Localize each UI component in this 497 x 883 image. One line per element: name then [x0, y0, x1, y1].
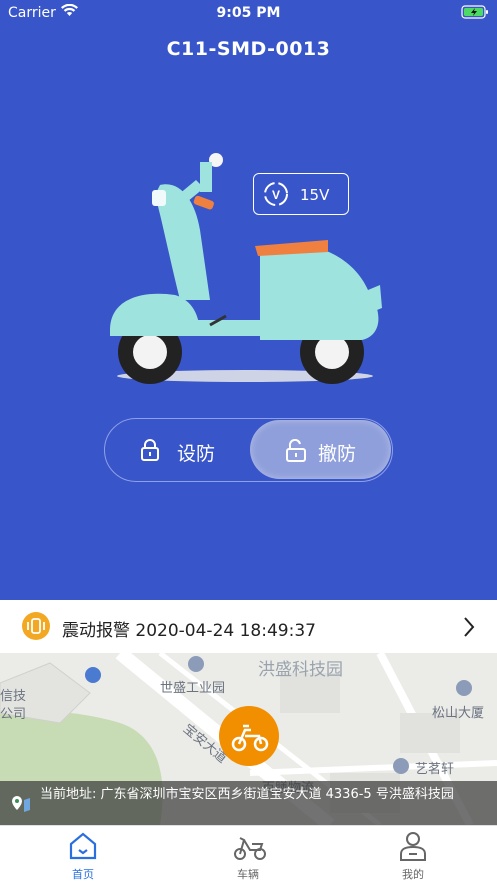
poi-icon — [188, 656, 204, 672]
lock-icon — [141, 439, 159, 461]
map-label: 松山大厦 — [432, 706, 485, 721]
tab-vehicle-label: 车辆 — [237, 868, 259, 881]
poi-icon — [393, 758, 409, 774]
device-title: C11-SMD-0013 — [166, 38, 331, 60]
battery-icon — [461, 5, 488, 19]
tab-home[interactable]: 首页 — [33, 826, 133, 883]
bus-stop-icon — [85, 667, 101, 683]
voltage-icon: V — [264, 182, 288, 206]
voltage-badge: V 15V — [253, 173, 349, 215]
hero-panel: Carrier 9:05 PM C11-SMD-0013 V 15V 设防 撤防 — [0, 0, 497, 600]
app-screen: Carrier 9:05 PM C11-SMD-0013 V 15V 设防 撤防… — [0, 0, 497, 883]
clock: 9:05 PM — [216, 5, 281, 21]
tab-vehicle[interactable]: 车辆 — [198, 826, 298, 883]
alarm-text: 震动报警 2020-04-24 18:49:37 — [62, 621, 316, 641]
arm-disarm-control: 设防 撤防 — [104, 418, 393, 482]
profile-icon — [400, 832, 426, 861]
bike-location-marker[interactable] — [219, 706, 279, 766]
tab-home-label: 首页 — [72, 868, 94, 881]
tab-profile[interactable]: 我的 — [363, 826, 463, 883]
map-label: 世盛工业园 — [160, 681, 226, 696]
unlock-icon — [286, 439, 306, 462]
map-label: 信技 — [0, 689, 27, 704]
chevron-right-icon — [464, 617, 475, 637]
location-pin-icon — [12, 796, 30, 812]
voltage-value: 15V — [300, 186, 330, 204]
tab-bar: 首页 车辆 我的 — [0, 825, 497, 883]
disarm-label: 撤防 — [318, 443, 357, 465]
disarm-button[interactable]: 撤防 — [250, 420, 391, 479]
svg-text:V: V — [272, 188, 280, 202]
alarm-row[interactable]: 震动报警 2020-04-24 18:49:37 — [0, 600, 497, 653]
map-label: 公司 — [0, 707, 27, 722]
address-bar: 当前地址: 广东省深圳市宝安区西乡街道宝安大道 4336-5 号洪盛科技园 — [0, 781, 497, 825]
poi-icon — [456, 680, 472, 696]
current-address: 当前地址: 广东省深圳市宝安区西乡街道宝安大道 4336-5 号洪盛科技园 — [40, 787, 454, 802]
tab-profile-label: 我的 — [402, 868, 424, 881]
home-icon — [69, 832, 97, 860]
arm-button[interactable]: 设防 — [105, 419, 250, 480]
scooter-icon — [234, 837, 266, 860]
map-label: 洪盛科技园 — [258, 660, 343, 680]
arm-label: 设防 — [177, 443, 216, 465]
vibration-alarm-icon — [22, 612, 50, 640]
map-label: 艺茗轩 — [415, 762, 455, 777]
status-bar: Carrier 9:05 PM — [0, 0, 497, 26]
